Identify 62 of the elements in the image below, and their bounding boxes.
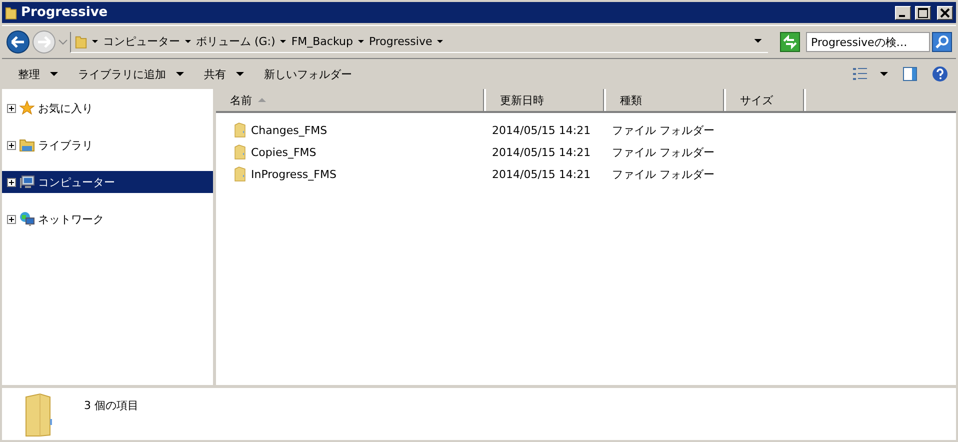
column-header[interactable]: サイズ [726, 89, 806, 111]
table-cell: 2014/05/15 14:21 [492, 168, 591, 180]
caret-icon[interactable] [880, 72, 888, 76]
toolbar-button[interactable]: 新しいフォルダー [256, 64, 360, 84]
table-cell: ファイル フォルダー [612, 166, 714, 182]
view-icon[interactable] [852, 66, 868, 82]
caret-icon[interactable] [754, 39, 762, 44]
table-cell: ファイル フォルダー [612, 144, 714, 160]
computer-icon [19, 174, 35, 190]
breadcrumb-item[interactable]: FM_Backup [291, 35, 353, 48]
back-button[interactable] [6, 30, 30, 54]
item-count: 3 個の項目 [84, 398, 138, 413]
sidebar-item[interactable]: ネットワーク [2, 208, 213, 230]
maximize-icon [918, 8, 928, 18]
sidebar-item[interactable]: コンピューター [2, 171, 213, 193]
expand-icon[interactable] [7, 140, 16, 150]
search-field[interactable]: Progressiveの検… [806, 32, 930, 52]
caret-icon [92, 40, 98, 44]
folder-icon [234, 122, 246, 138]
caret-icon [280, 40, 286, 44]
maximize-button[interactable] [915, 6, 931, 20]
folder-icon [234, 144, 246, 160]
folder-icon [234, 166, 246, 182]
column-header[interactable]: 種類 [606, 89, 726, 111]
library-icon [19, 137, 35, 153]
star-icon [19, 100, 35, 116]
breadcrumb-item[interactable]: コンピューター [103, 34, 180, 49]
refresh-button[interactable] [780, 32, 800, 52]
folder-icon [24, 393, 54, 437]
file-name[interactable]: Changes_FMS [251, 124, 328, 136]
toolbar-button[interactable]: 整理 [10, 64, 66, 84]
file-name[interactable]: Copies_FMS [251, 146, 316, 158]
caret-icon [185, 40, 191, 44]
toolbar-button[interactable]: ライブラリに追加 [70, 64, 192, 84]
minimize-button[interactable] [895, 6, 911, 20]
sidebar-item[interactable]: お気に入り [2, 97, 213, 119]
caret-icon [358, 40, 364, 44]
breadcrumb-item[interactable]: ボリューム (G:) [196, 34, 276, 49]
network-icon [19, 211, 35, 227]
folder-icon [75, 34, 87, 50]
table-cell: ファイル フォルダー [612, 122, 714, 138]
expand-icon[interactable] [7, 104, 16, 112]
search-button[interactable] [932, 32, 952, 52]
table-cell: 2014/05/15 14:21 [492, 124, 591, 136]
sidebar-item[interactable]: ライブラリ [2, 134, 213, 156]
column-header[interactable]: 更新日時 [486, 89, 606, 111]
preview-pane-icon[interactable] [902, 66, 918, 82]
folder-icon [5, 4, 17, 20]
table-cell: 2014/05/15 14:21 [492, 146, 591, 158]
close-button[interactable] [937, 6, 953, 20]
address-bar[interactable]: コンピューター ボリューム (G:) FM_Backup Progressive [70, 32, 768, 52]
breadcrumb-item[interactable]: Progressive [368, 35, 432, 48]
toolbar-button[interactable]: 共有 [196, 64, 252, 84]
close-icon [940, 8, 950, 18]
help-icon[interactable] [932, 66, 948, 82]
file-name[interactable]: InProgress_FMS [251, 168, 336, 180]
column-header[interactable]: 名前 [216, 89, 486, 111]
expand-icon[interactable] [7, 214, 16, 224]
window-title: Progressive [21, 5, 108, 20]
minimize-icon [899, 14, 905, 16]
caret-icon [437, 40, 444, 44]
expand-icon[interactable] [7, 178, 16, 186]
